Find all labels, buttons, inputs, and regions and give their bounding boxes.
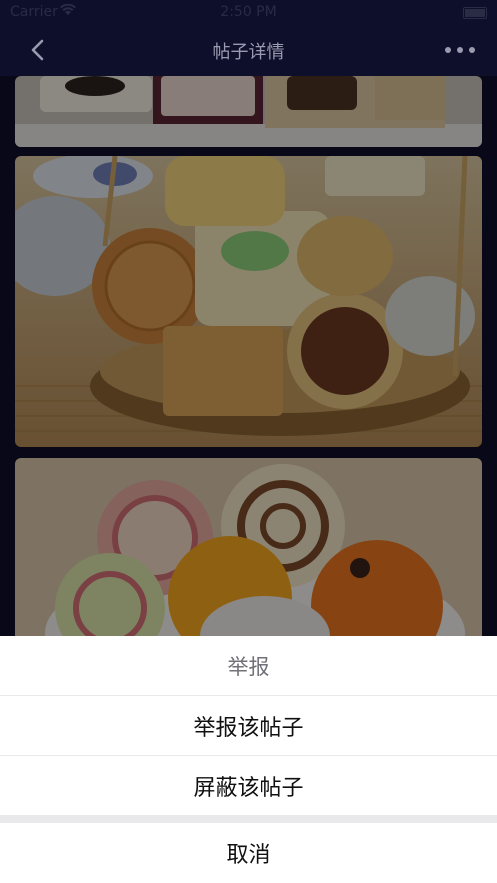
post-image-3[interactable] bbox=[15, 458, 482, 636]
battery-icon bbox=[463, 7, 487, 19]
cancel-button[interactable]: 取消 bbox=[0, 823, 497, 883]
more-button[interactable] bbox=[445, 36, 475, 64]
report-post-button[interactable]: 举报该帖子 bbox=[0, 696, 497, 755]
status-bar: Carrier 2:50 PM bbox=[0, 0, 497, 24]
nav-bar: 帖子详情 bbox=[0, 24, 497, 76]
colorful-pastries-photo-icon bbox=[15, 458, 482, 636]
mooncake-basket-photo-icon bbox=[15, 156, 482, 447]
pastry-photo-icon bbox=[15, 76, 482, 147]
page-title: 帖子详情 bbox=[212, 42, 285, 63]
post-image-1[interactable] bbox=[15, 76, 482, 147]
more-horizontal-icon bbox=[445, 47, 451, 53]
action-sheet: 举报 举报该帖子 屏蔽该帖子 取消 bbox=[0, 636, 497, 883]
block-post-button[interactable]: 屏蔽该帖子 bbox=[0, 756, 497, 815]
action-sheet-title: 举报 bbox=[0, 636, 497, 695]
status-time: 2:50 PM bbox=[220, 4, 277, 20]
screen: Carrier 2:50 PM 帖子详情 举报 举报该帖子 屏蔽该帖子 取消 bbox=[0, 0, 497, 883]
post-image-2[interactable] bbox=[15, 156, 482, 447]
